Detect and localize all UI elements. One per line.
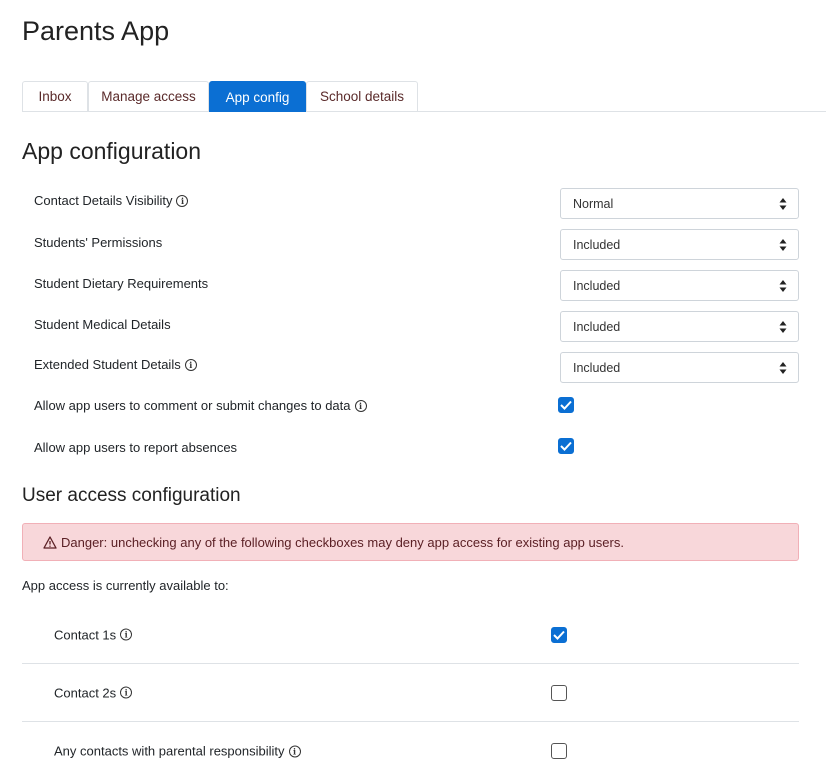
student-medical-details-label: Student Medical Details [34,317,171,332]
setting-label: Extended Student Details [34,357,181,372]
tab-school-details[interactable]: School details [306,81,418,111]
access-row-parental-responsibility: Any contacts with parental responsibilit… [22,722,799,780]
select-value: Included [573,237,621,252]
students-permissions-label: Students' Permissions [34,235,162,250]
contact-details-visibility-label: Contact Details Visibility i [34,193,189,208]
info-icon[interactable]: i [176,194,189,207]
setting-label: Students' Permissions [34,235,163,250]
select-value: Included [573,278,621,293]
access-note: App access is currently available to: [22,578,229,593]
setting-label: Student Medical Details [34,317,171,332]
contact-details-visibility-select[interactable]: Normal [560,188,799,219]
page-title: Parents App [22,16,170,46]
access-label-text: Contact 1s [54,627,117,642]
info-icon[interactable]: i [184,358,197,371]
app-configuration-heading: App configuration [22,138,202,164]
info-icon[interactable]: i [120,628,133,641]
allow-comment-changes-label: Allow app users to comment or submit cha… [34,398,367,413]
checkmark-icon [560,441,572,451]
info-icon[interactable]: i [288,745,301,757]
access-row-contact-1s: Contact 1s i [22,606,799,664]
access-label: Contact 1s i [54,627,133,642]
student-dietary-requirements-select[interactable]: Included [560,270,799,301]
contact-1s-checkbox[interactable] [551,626,567,643]
student-medical-details-select[interactable]: Included [560,311,799,342]
contact-2s-checkbox[interactable] [551,684,567,701]
students-permissions-select[interactable]: Included [560,229,799,260]
allow-report-absences-label: Allow app users to report absences [34,440,237,455]
select-value: Included [573,319,621,334]
tab-bar: Inbox Manage access App config School de… [22,81,826,112]
select-value: Included [573,360,621,375]
allow-comment-changes-checkbox[interactable] [558,397,574,413]
select-value: Normal [573,196,614,211]
access-label: Contact 2s i [54,685,133,700]
danger-text: Danger: unchecking any of the following … [61,534,624,550]
danger-alert: Danger: unchecking any of the following … [22,523,799,561]
access-label: Any contacts with parental responsibilit… [54,744,301,759]
checkmark-icon [553,630,565,640]
tab-manage-access[interactable]: Manage access [88,81,209,111]
access-label-text: Contact 2s [54,685,117,700]
toggle-label: Allow app users to comment or submit cha… [34,398,351,413]
select-arrows-icon [779,280,787,292]
select-arrows-icon [779,198,787,210]
select-arrows-icon [779,362,787,374]
user-access-configuration-heading: User access configuration [22,485,241,506]
checkmark-icon [560,400,572,410]
setting-label: Contact Details Visibility [34,193,173,208]
setting-label: Student Dietary Requirements [34,276,209,291]
extended-student-details-label: Extended Student Details i [34,357,197,372]
tab-inbox[interactable]: Inbox [22,81,88,111]
student-dietary-requirements-label: Student Dietary Requirements [34,276,208,291]
access-row-contact-2s: Contact 2s i [22,664,799,722]
info-icon[interactable]: i [120,686,133,699]
select-arrows-icon [779,321,787,333]
access-label-text: Any contacts with parental responsibilit… [54,743,285,759]
info-icon[interactable]: i [354,399,367,412]
toggle-label: Allow app users to report absences [34,440,238,455]
extended-student-details-select[interactable]: Included [560,352,799,383]
allow-report-absences-checkbox[interactable] [558,438,574,454]
parental-responsibility-checkbox[interactable] [551,743,567,759]
select-arrows-icon [779,239,787,251]
tab-app-config[interactable]: App config [209,81,306,112]
warning-triangle-icon [43,535,57,549]
